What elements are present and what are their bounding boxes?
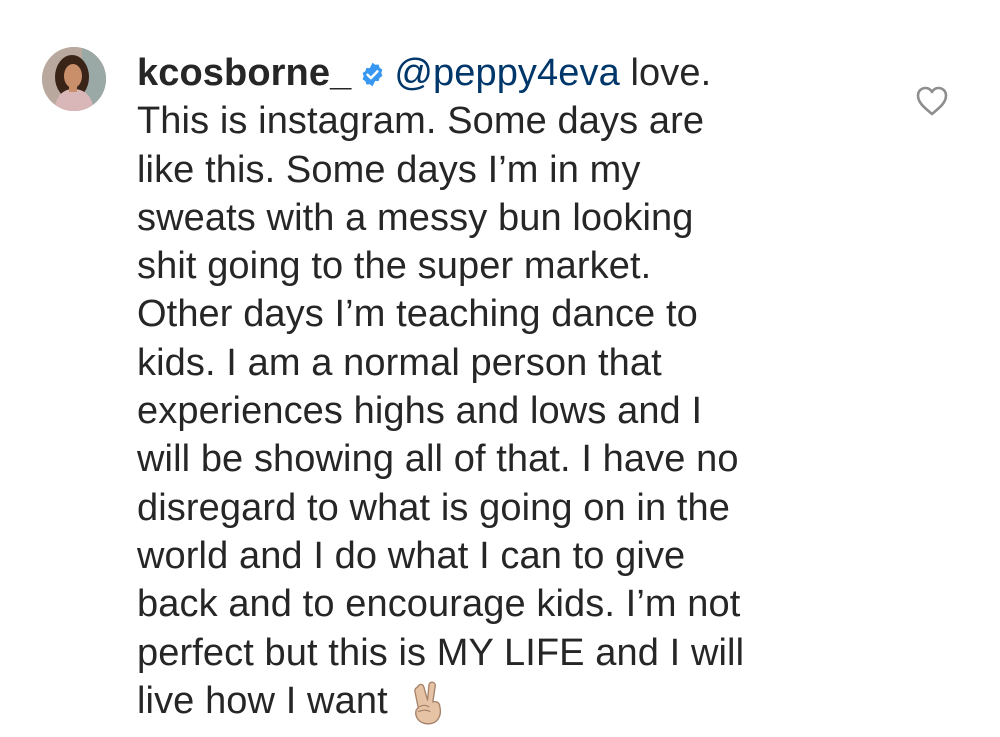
comment-line: kcosborne_ @peppy4eva love.	[137, 49, 857, 97]
like-button[interactable]	[915, 85, 949, 117]
comment-line: kids. I am a normal person that	[137, 341, 662, 384]
mention-link[interactable]: @peppy4eva	[394, 52, 620, 94]
comment-line: disregard to what is going on in the	[137, 486, 730, 529]
comment-line: This is instagram. Some days are	[137, 100, 705, 143]
comment-line: shit going to the super market.	[137, 245, 652, 288]
comment-line: will be showing all of that. I have no	[137, 438, 739, 481]
comment-line: sweats with a messy bun looking	[137, 196, 694, 239]
comment-line: experiences highs and lows and I	[137, 390, 703, 433]
comment-text: kcosborne_ @peppy4eva love. This is insta…	[137, 49, 857, 725]
victory-hand-emoji-icon	[406, 679, 452, 725]
comment-line: live how I want	[137, 677, 857, 725]
avatar-photo	[42, 47, 106, 111]
heart-outline-icon	[916, 86, 948, 116]
avatar[interactable]	[42, 47, 106, 111]
comment-line: perfect but this is MY LIFE and I will	[137, 631, 745, 674]
comment-text-segment: love.	[619, 52, 712, 94]
comment-line: Other days I’m teaching dance to	[137, 293, 698, 336]
comment-line: like this. Some days I’m in my	[137, 148, 641, 191]
comment-text-segment: live how I want	[137, 679, 388, 722]
username-link[interactable]: kcosborne_	[137, 52, 351, 94]
comment: kcosborne_ @peppy4eva love. This is insta…	[0, 0, 1000, 737]
comment-line: back and to encourage kids. I’m not	[137, 583, 741, 626]
verified-badge-icon	[359, 61, 386, 88]
comment-line: world and I do what I can to give	[137, 534, 686, 577]
